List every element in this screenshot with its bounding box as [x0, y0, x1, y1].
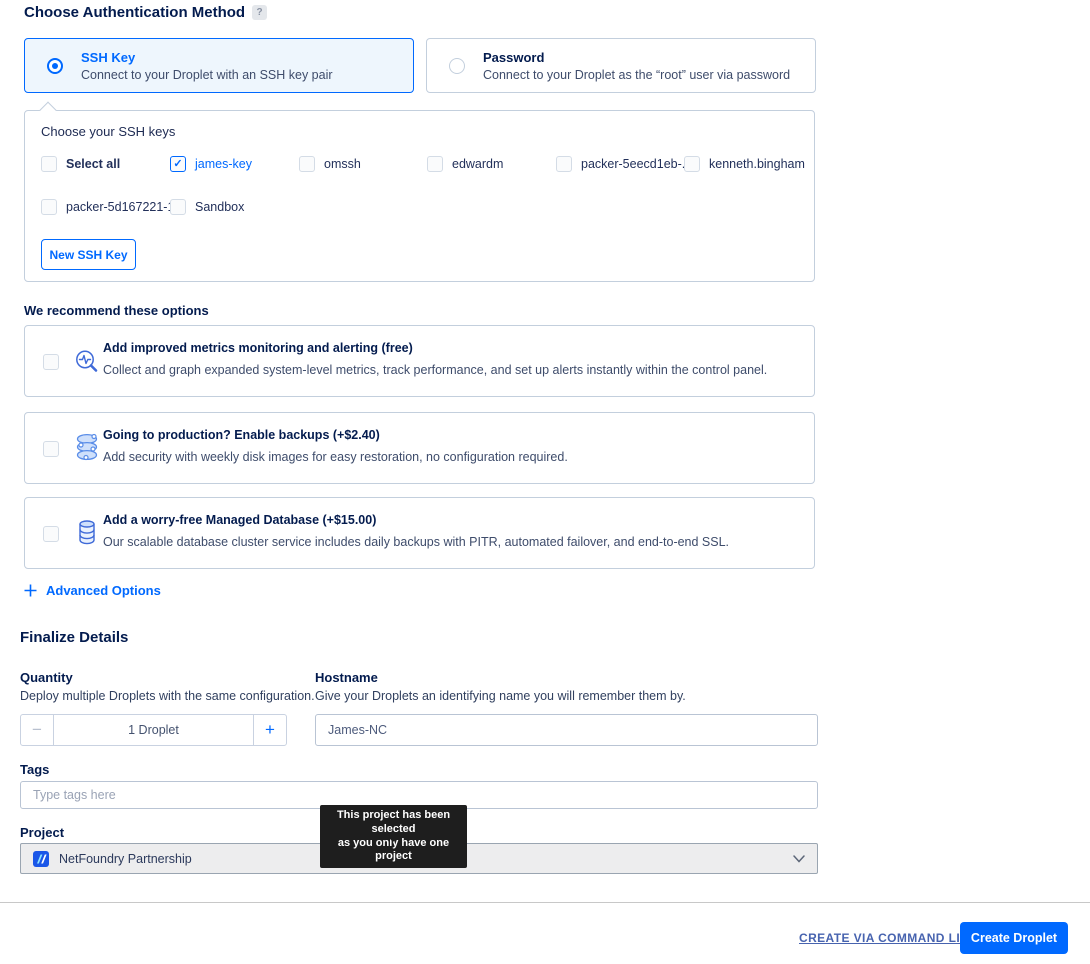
project-label: Project	[20, 825, 64, 840]
netfoundry-logo-icon	[33, 851, 49, 867]
chevron-down-icon	[793, 855, 805, 863]
radio-ssh-key-icon[interactable]	[47, 58, 63, 74]
checkbox-icon[interactable]	[41, 199, 57, 215]
checkbox-icon[interactable]	[41, 156, 57, 172]
ssh-key-label: omssh	[324, 157, 361, 171]
ssh-key-edwardm[interactable]: edwardm	[427, 156, 503, 172]
option-description: Add security with weekly disk images for…	[103, 450, 568, 464]
managed-database-icon	[77, 519, 97, 552]
plus-icon	[24, 584, 37, 597]
hostname-label: Hostname	[315, 670, 378, 685]
advanced-options-toggle[interactable]: Advanced Options	[24, 583, 161, 598]
quantity-description: Deploy multiple Droplets with the same c…	[20, 689, 315, 703]
tooltip-arrow	[388, 837, 398, 847]
checkbox-icon[interactable]	[43, 441, 59, 457]
ssh-key-packer-5eecd1eb[interactable]: packer-5eecd1eb-...	[556, 156, 692, 172]
checkbox-icon[interactable]	[43, 526, 59, 542]
checkbox-icon[interactable]	[684, 156, 700, 172]
metrics-monitoring-icon	[73, 348, 101, 381]
ssh-key-card-title: SSH Key	[81, 50, 333, 65]
ssh-key-label: edwardm	[452, 157, 503, 171]
password-card-title: Password	[483, 50, 790, 65]
ssh-key-label: packer-5d167221-1...	[66, 200, 185, 214]
ssh-key-label: packer-5eecd1eb-...	[581, 157, 692, 171]
project-tooltip-line1: This project has been selected	[325, 809, 462, 837]
quantity-increment-button[interactable]: +	[253, 715, 286, 745]
option-description: Collect and graph expanded system-level …	[103, 363, 767, 377]
quantity-stepper: − 1 Droplet +	[20, 714, 287, 746]
quantity-decrement-button[interactable]: −	[21, 715, 54, 745]
create-via-command-line-link[interactable]: CREATE VIA COMMAND LINE	[799, 931, 978, 945]
hostname-description: Give your Droplets an identifying name y…	[315, 689, 686, 703]
backups-icon	[73, 431, 101, 470]
ssh-key-label: james-key	[195, 157, 252, 171]
ssh-key-label: Sandbox	[195, 200, 244, 214]
checkbox-checked-icon[interactable]: ✓	[170, 156, 186, 172]
option-title: Add a worry-free Managed Database (+$15.…	[103, 513, 376, 527]
option-title: Going to production? Enable backups (+$2…	[103, 428, 380, 442]
auth-title-text: Choose Authentication Method	[24, 4, 245, 21]
auth-method-password[interactable]: Password Connect to your Droplet as the …	[426, 38, 816, 93]
new-ssh-key-button[interactable]: New SSH Key	[41, 239, 136, 270]
advanced-options-label: Advanced Options	[46, 583, 161, 598]
option-description: Our scalable database cluster service in…	[103, 535, 729, 549]
ssh-key-card-text: SSH Key Connect to your Droplet with an …	[81, 50, 333, 82]
checkbox-icon[interactable]	[299, 156, 315, 172]
checkbox-icon[interactable]	[170, 199, 186, 215]
quantity-value: 1 Droplet	[54, 715, 253, 745]
ssh-key-label: Select all	[66, 157, 120, 171]
finalize-details-title: Finalize Details	[20, 629, 128, 646]
footer-divider	[0, 902, 1090, 903]
password-card-text: Password Connect to your Droplet as the …	[483, 50, 790, 82]
password-card-description: Connect to your Droplet as the “root” us…	[483, 68, 790, 82]
ssh-key-sandbox[interactable]: Sandbox	[170, 199, 244, 215]
option-card-managed-database[interactable]: Add a worry-free Managed Database (+$15.…	[24, 497, 815, 569]
ssh-key-james-key[interactable]: ✓ james-key	[170, 156, 252, 172]
auth-method-cards: SSH Key Connect to your Droplet with an …	[24, 38, 816, 93]
ssh-key-omssh[interactable]: omssh	[299, 156, 361, 172]
quantity-label: Quantity	[20, 670, 73, 685]
create-droplet-button[interactable]: Create Droplet	[960, 922, 1068, 954]
option-card-metrics[interactable]: Add improved metrics monitoring and aler…	[24, 325, 815, 397]
radio-password-icon[interactable]	[449, 58, 465, 74]
auth-section-title: Choose Authentication Method?	[24, 4, 267, 21]
ssh-key-select-all[interactable]: Select all	[41, 156, 120, 172]
checkbox-icon[interactable]	[43, 354, 59, 370]
checkbox-icon[interactable]	[427, 156, 443, 172]
ssh-key-kenneth-bingham[interactable]: kenneth.bingham	[684, 156, 805, 172]
ssh-key-label: kenneth.bingham	[709, 157, 805, 171]
recommend-options-label: We recommend these options	[24, 303, 209, 318]
hostname-input[interactable]	[315, 714, 818, 746]
project-selected-value: NetFoundry Partnership	[59, 852, 192, 866]
ssh-keys-label: Choose your SSH keys	[41, 124, 175, 139]
ssh-key-card-description: Connect to your Droplet with an SSH key …	[81, 68, 333, 82]
ssh-key-packer-5d167221[interactable]: packer-5d167221-1...	[41, 199, 185, 215]
help-icon[interactable]: ?	[252, 5, 267, 20]
option-card-backups[interactable]: Going to production? Enable backups (+$2…	[24, 412, 815, 484]
option-title: Add improved metrics monitoring and aler…	[103, 341, 413, 355]
checkbox-icon[interactable]	[556, 156, 572, 172]
tags-label: Tags	[20, 762, 49, 777]
auth-method-ssh-key[interactable]: SSH Key Connect to your Droplet with an …	[24, 38, 414, 93]
ssh-keys-panel: Choose your SSH keys Select all ✓ james-…	[24, 110, 815, 282]
